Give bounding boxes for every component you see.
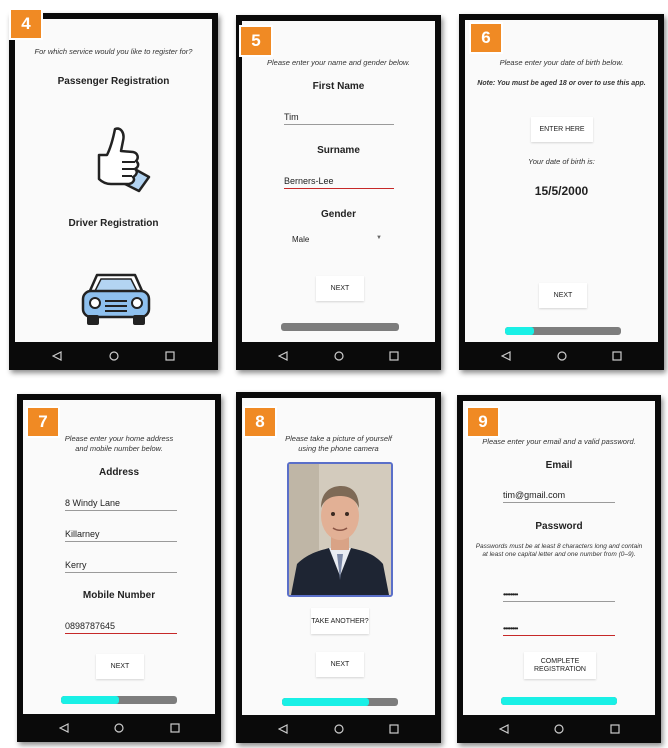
first-name-input[interactable]: Tim xyxy=(284,112,394,125)
next-button[interactable]: NEXT xyxy=(96,654,144,679)
progress-bar xyxy=(282,698,398,706)
gender-value: Male xyxy=(292,235,310,244)
address-screen: Please enter your home address and mobil… xyxy=(23,400,215,714)
android-nav-bar xyxy=(236,715,441,743)
confirm-password-input[interactable]: •••••••• xyxy=(503,624,615,636)
progress-fill xyxy=(501,697,617,705)
recents-square-icon[interactable] xyxy=(161,347,179,365)
android-nav-bar xyxy=(9,342,218,370)
progress-bar xyxy=(61,696,177,704)
progress-bar xyxy=(281,323,399,331)
car-icon[interactable] xyxy=(79,269,153,327)
next-button[interactable]: NEXT xyxy=(316,276,364,301)
address-line2-input[interactable]: Killarney xyxy=(65,529,177,542)
password-label: Password xyxy=(535,521,583,532)
take-another-button[interactable]: TAKE ANOTHER? xyxy=(311,608,369,634)
back-triangle-icon[interactable] xyxy=(274,347,292,365)
recents-square-icon[interactable] xyxy=(166,719,184,737)
age-note: Note: You must be aged 18 or over to use… xyxy=(477,80,646,87)
driver-registration-option[interactable]: Driver Registration xyxy=(15,218,212,229)
recents-square-icon[interactable] xyxy=(608,347,626,365)
home-circle-icon[interactable] xyxy=(330,720,348,738)
phone-step-8: Please take a picture of yourself using … xyxy=(236,392,441,743)
progress-bar xyxy=(501,697,617,705)
step-badge: 9 xyxy=(466,406,500,438)
step-badge: 5 xyxy=(239,25,273,57)
android-nav-bar xyxy=(459,342,664,370)
home-circle-icon[interactable] xyxy=(550,720,568,738)
home-circle-icon[interactable] xyxy=(105,347,123,365)
gender-dropdown[interactable]: Male ▼ xyxy=(292,235,382,244)
progress-fill xyxy=(282,698,369,706)
photo-screen: Please take a picture of yourself using … xyxy=(242,398,435,715)
progress-fill xyxy=(505,327,534,335)
phone-step-5: Please enter your name and gender below.… xyxy=(236,15,441,370)
android-nav-bar xyxy=(457,715,661,743)
instruction-text-line2: and mobile number below. xyxy=(75,444,163,453)
surname-input[interactable]: Berners-Lee xyxy=(284,176,394,189)
next-button[interactable]: NEXT xyxy=(539,283,587,308)
service-select-screen: For which service would you like to regi… xyxy=(15,19,212,342)
recents-square-icon[interactable] xyxy=(385,720,403,738)
instruction-text-line2: using the phone camera xyxy=(298,444,379,453)
thumbs-up-icon[interactable] xyxy=(77,121,157,201)
instruction-text: Please enter your name and gender below. xyxy=(266,58,410,67)
home-circle-icon[interactable] xyxy=(110,719,128,737)
address-line3-input[interactable]: Kerry xyxy=(65,560,177,573)
home-circle-icon[interactable] xyxy=(330,347,348,365)
progress-bar xyxy=(505,327,621,335)
back-triangle-icon[interactable] xyxy=(497,347,515,365)
instruction-text: Please enter your date of birth below. xyxy=(499,58,624,67)
complete-registration-button[interactable]: COMPLETE REGISTRATION xyxy=(524,652,596,679)
android-nav-bar xyxy=(17,714,221,742)
progress-fill xyxy=(61,696,119,704)
home-circle-icon[interactable] xyxy=(553,347,571,365)
password-rules: Passwords must be at least 8 characters … xyxy=(475,543,643,558)
instruction-text: For which service would you like to regi… xyxy=(34,47,193,56)
dropdown-arrow-icon: ▼ xyxy=(376,235,382,241)
passenger-registration-option[interactable]: Passenger Registration xyxy=(15,76,212,87)
step-badge: 4 xyxy=(9,8,43,40)
email-input[interactable]: tim@gmail.com xyxy=(503,490,615,503)
step-badge: 7 xyxy=(26,406,60,438)
password-input[interactable]: •••••••• xyxy=(503,590,615,602)
phone-step-9: Please enter your email and a valid pass… xyxy=(457,395,661,743)
phone-step-7: Please enter your home address and mobil… xyxy=(17,394,221,742)
dob-value: 15/5/2000 xyxy=(534,184,589,198)
gender-label: Gender xyxy=(320,209,356,220)
complete-label-line2: REGISTRATION xyxy=(534,665,586,673)
mobile-number-label: Mobile Number xyxy=(82,590,156,601)
profile-photo xyxy=(287,462,393,597)
surname-label: Surname xyxy=(317,145,360,156)
address-label: Address xyxy=(98,467,139,478)
address-line1-input[interactable]: 8 Windy Lane xyxy=(65,498,177,511)
back-triangle-icon[interactable] xyxy=(495,720,513,738)
enter-date-button[interactable]: ENTER HERE xyxy=(531,117,593,142)
mobile-number-input[interactable]: 0898787645 xyxy=(65,621,177,634)
back-triangle-icon[interactable] xyxy=(48,347,66,365)
step-badge: 8 xyxy=(243,406,277,438)
recents-square-icon[interactable] xyxy=(385,347,403,365)
phone-step-4: For which service would you like to regi… xyxy=(9,13,218,370)
complete-label-line1: COMPLETE xyxy=(540,657,580,665)
dob-caption: Your date of birth is: xyxy=(528,157,595,166)
back-triangle-icon[interactable] xyxy=(55,719,73,737)
next-button[interactable]: NEXT xyxy=(316,652,364,677)
android-nav-bar xyxy=(236,342,441,370)
phone-step-6: Please enter your date of birth below. N… xyxy=(459,14,664,370)
name-gender-screen: Please enter your name and gender below.… xyxy=(242,21,435,342)
email-label: Email xyxy=(545,460,573,471)
recents-square-icon[interactable] xyxy=(606,720,624,738)
first-name-label: First Name xyxy=(312,81,365,92)
email-password-screen: Please enter your email and a valid pass… xyxy=(463,401,655,715)
instruction-text: Please enter your email and a valid pass… xyxy=(482,437,636,446)
date-of-birth-screen: Please enter your date of birth below. N… xyxy=(465,20,658,342)
back-triangle-icon[interactable] xyxy=(274,720,292,738)
step-badge: 6 xyxy=(469,22,503,54)
